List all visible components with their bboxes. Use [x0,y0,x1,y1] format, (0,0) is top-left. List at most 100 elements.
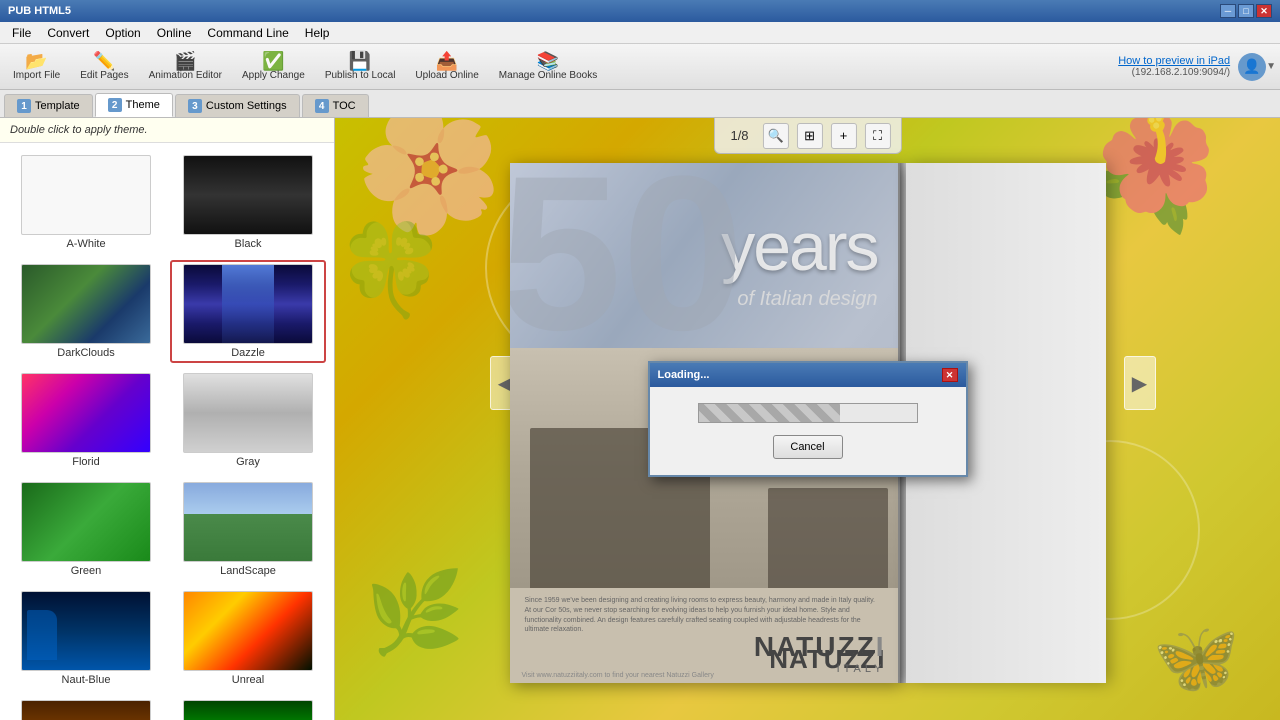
tab-num-4: 4 [315,99,329,113]
theme-thumb-more1 [21,700,151,720]
tab-label-theme: Theme [126,99,160,111]
ip-address: (192.168.2.109:9094/) [1118,67,1230,78]
tab-theme[interactable]: 2 Theme [95,93,173,117]
theme-name-dazzle: Dazzle [231,347,265,359]
dialog-title: Loading... [658,369,710,381]
upload-online-button[interactable]: 📤 Upload Online [406,47,487,87]
natuzzi-brand: NATUZZI [754,631,886,663]
theme-item-black[interactable]: Black [170,151,326,254]
tabs-row: 1 Template 2 Theme 3 Custom Settings 4 T… [0,90,1280,118]
theme-thumb-green [21,482,151,562]
close-button[interactable]: ✕ [1256,4,1272,18]
theme-thumb-gray [183,373,313,453]
upload-online-icon: 📤 [436,52,458,70]
grid-view-button[interactable]: ⊞ [797,123,823,149]
next-page-button[interactable]: ▶ [1124,356,1156,410]
toolbar-right: How to preview in iPad (192.168.2.109:90… [1118,53,1276,81]
tab-num-3: 3 [188,99,202,113]
theme-grid-container: A-White Black DarkClouds Dazzle [0,143,334,720]
theme-name-florid: Florid [72,456,100,468]
theme-item-gray[interactable]: Gray [170,369,326,472]
apply-change-button[interactable]: ✅ Apply Change [233,47,314,87]
furniture-2 [768,488,888,588]
apply-change-icon: ✅ [262,52,284,70]
tab-label-toc: TOC [333,100,356,112]
manage-books-icon: 📚 [537,52,559,70]
theme-name-gray: Gray [236,456,260,468]
menu-bar: File Convert Option Online Command Line … [0,22,1280,44]
theme-thumb-florid [21,373,151,453]
edit-pages-icon: ✏️ [93,52,115,70]
theme-item-dazzle[interactable]: Dazzle [170,260,326,363]
theme-item-florid[interactable]: Florid [8,369,164,472]
ipad-preview-link[interactable]: How to preview in iPad [1118,55,1230,67]
theme-item-darkclouds[interactable]: DarkClouds [8,260,164,363]
theme-thumb-more2 [183,700,313,720]
zoom-in-button[interactable]: + [831,123,857,149]
chevron-down-icon: ▼ [1266,61,1276,72]
loading-dialog: Loading... ✕ Cancel [648,361,968,477]
theme-thumb-unreal [183,591,313,671]
theme-item-nautblue[interactable]: Naut-Blue [8,587,164,690]
tab-num-1: 1 [17,99,31,113]
minimize-button[interactable]: ─ [1220,4,1236,18]
left-panel: Double click to apply theme. A-White Bla… [0,118,335,720]
main-area: Double click to apply theme. A-White Bla… [0,118,1280,720]
fullscreen-button[interactable]: ⛶ [865,123,891,149]
viewer-toolbar: 1/8 🔍 ⊞ + ⛶ [713,118,901,154]
theme-item-awhite[interactable]: A-White [8,151,164,254]
user-avatar[interactable]: 👤 [1238,53,1266,81]
menu-item-file[interactable]: File [4,24,39,42]
menu-item-commandline[interactable]: Command Line [199,24,296,42]
italian-design-text: of Italian design [737,288,877,311]
theme-item-landscape[interactable]: LandScape [170,478,326,581]
body-text: Since 1959 we've been designing and crea… [525,596,883,635]
hint-bar: Double click to apply theme. [0,118,334,143]
right-panel: 🌸 🍀 🌺 🌿 🦋 1/8 🔍 ⊞ + ⛶ ◀ [335,118,1280,720]
menu-item-option[interactable]: Option [97,24,148,42]
search-view-button[interactable]: 🔍 [763,123,789,149]
theme-name-awhite: A-White [66,238,105,250]
theme-thumb-awhite [21,155,151,235]
theme-item-more2[interactable] [170,696,326,720]
import-file-icon: 📂 [25,52,47,70]
decoration-flower-4: 🌿 [365,566,465,660]
theme-name-darkclouds: DarkClouds [57,347,114,359]
dialog-close-button[interactable]: ✕ [942,368,958,382]
brand-stack: NATUZZI ITALY [510,631,898,675]
page-indicator: 1/8 [724,126,754,145]
app-title: PUB HTML5 [8,5,71,17]
theme-name-green: Green [71,565,102,577]
edit-pages-button[interactable]: ✏️ Edit Pages [71,47,137,87]
decoration-flower-2: 🍀 [335,218,447,323]
tab-custom-settings[interactable]: 3 Custom Settings [175,94,300,117]
catalog-footer: Since 1959 we've been designing and crea… [510,588,898,683]
theme-thumb-darkclouds [21,264,151,344]
years-text: years [721,213,877,281]
tab-template[interactable]: 1 Template [4,94,93,117]
theme-name-nautblue: Naut-Blue [62,674,111,686]
anniversary-number: 50 [510,163,745,363]
italy-text: ITALY [837,663,886,675]
maximize-button[interactable]: □ [1238,4,1254,18]
menu-item-convert[interactable]: Convert [39,24,97,42]
publish-local-icon: 💾 [349,52,371,70]
menu-item-online[interactable]: Online [149,24,200,42]
publish-local-button[interactable]: 💾 Publish to Local [316,47,405,87]
decoration-flower-5: 🦋 [1153,618,1240,700]
animation-editor-button[interactable]: 🎬 Animation Editor [140,47,231,87]
dialog-title-bar: Loading... ✕ [650,363,966,387]
tab-toc[interactable]: 4 TOC [302,94,369,117]
theme-item-more1[interactable] [8,696,164,720]
theme-item-green[interactable]: Green [8,478,164,581]
dialog-body: Cancel [650,387,966,475]
menu-item-help[interactable]: Help [297,24,338,42]
progress-bar-fill [699,404,841,422]
manage-books-button[interactable]: 📚 Manage Online Books [490,47,606,87]
cancel-button[interactable]: Cancel [773,435,843,459]
theme-grid: A-White Black DarkClouds Dazzle [0,143,334,720]
window-controls: ─ □ ✕ [1220,4,1272,18]
title-bar: PUB HTML5 ─ □ ✕ [0,0,1280,22]
import-file-button[interactable]: 📂 Import File [4,47,69,87]
theme-item-unreal[interactable]: Unreal [170,587,326,690]
